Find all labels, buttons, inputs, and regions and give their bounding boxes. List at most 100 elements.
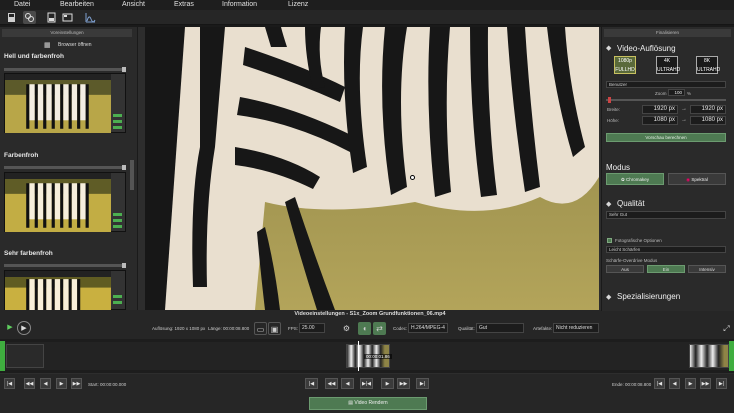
slider-knob[interactable] <box>122 67 126 72</box>
preset-slider-1[interactable] <box>4 67 126 72</box>
step-back-icon[interactable]: ◀ <box>341 378 354 389</box>
mode-chromakey-button[interactable]: ✿ Chromakey <box>606 173 664 185</box>
special-title: Spezialisierungen <box>617 292 681 301</box>
mode-spectral-button[interactable]: ◉ Spektral <box>668 173 726 185</box>
artifacts-select[interactable]: Nicht reduzieren <box>553 323 599 333</box>
collapse-icon[interactable]: ◆ <box>606 293 611 301</box>
slider-knob[interactable] <box>122 263 126 268</box>
goto-end-icon[interactable]: ▶| <box>716 378 727 389</box>
height-output[interactable]: 1080 px <box>690 116 726 125</box>
fast-forward-icon[interactable]: ▶▶ <box>397 378 410 389</box>
end-time-label: Ende: 00:00:08.800 <box>612 382 652 387</box>
zoom-slider-knob[interactable] <box>608 97 611 103</box>
fps-input[interactable]: 25.00 <box>299 323 325 333</box>
width-label: Breite: <box>607 107 621 112</box>
zoom-slider[interactable] <box>606 99 726 101</box>
play-pause-icon[interactable]: ▶|◀ <box>360 378 373 389</box>
browser-icon[interactable]: ▦ <box>44 41 53 50</box>
photo-options-checkbox[interactable] <box>607 238 612 243</box>
preset-thumbnail-1[interactable] <box>4 73 126 133</box>
timeline-start-marker[interactable] <box>0 341 5 371</box>
gear-icon[interactable]: ⚙ <box>340 322 353 335</box>
res-option-1080p[interactable]: 1080p FULLHD <box>614 56 636 74</box>
tools-icon[interactable] <box>23 11 36 24</box>
res-option-8k[interactable]: 8K ULTRAHD <box>696 56 720 74</box>
preview-button[interactable]: Vorschau berechnen <box>606 133 726 142</box>
width-input[interactable]: 1920 px <box>642 105 678 114</box>
collapse-icon[interactable]: ◆ <box>606 44 611 52</box>
play-icon[interactable]: ▶ <box>3 321 17 335</box>
media-icon[interactable] <box>61 11 74 24</box>
menu-datei[interactable]: Datei <box>14 0 30 10</box>
quality-dropdown[interactable]: Sehr Gut <box>606 211 726 219</box>
prev-icon[interactable]: ◀◀ <box>24 378 35 389</box>
menu-bar <box>0 0 734 10</box>
preset-slider-3[interactable] <box>4 263 126 268</box>
menu-bearbeiten[interactable]: Bearbeiten <box>60 0 94 10</box>
codec-dropdown[interactable]: H.264/MPEG-4 <box>408 323 448 333</box>
goto-end-icon[interactable]: ▶| <box>416 378 429 389</box>
goto-start-icon[interactable]: |◀ <box>4 378 15 389</box>
step-back-icon[interactable]: ◀ <box>669 378 680 389</box>
mode-label: Spektral <box>691 177 708 182</box>
render-video-button[interactable]: ▤ Video Rendern <box>309 397 427 410</box>
overdrive-on[interactable]: Ein <box>647 265 685 273</box>
rewind-icon[interactable]: ◀◀ <box>325 378 338 389</box>
thumbnail-sidebar <box>111 74 125 132</box>
goto-start-icon[interactable]: |◀ <box>305 378 318 389</box>
presets-scrollbar[interactable] <box>130 160 134 190</box>
video-preview[interactable] <box>145 27 599 310</box>
fit-icon[interactable]: ▣ <box>268 322 281 335</box>
timeline-end-marker[interactable] <box>729 341 734 371</box>
video-title: Videoeinstellungen - S1x_Zoom Grundfunkt… <box>294 311 446 317</box>
collapse-icon[interactable]: ◆ <box>606 200 611 208</box>
step-back-icon[interactable]: ◀ <box>40 378 51 389</box>
slider-knob[interactable] <box>122 165 126 170</box>
overdrive-label: Schärfe-Overdrive Modus <box>606 258 658 263</box>
toolbar <box>0 10 734 25</box>
res-option-4k[interactable]: 4K ULTRAHD <box>656 56 681 74</box>
overdrive-off[interactable]: Aus <box>606 265 644 273</box>
height-input[interactable]: 1080 px <box>642 116 678 125</box>
sync-icon[interactable]: ⇄ <box>373 322 386 335</box>
audio-icon[interactable]: ◖ <box>358 322 371 335</box>
menu-ansicht[interactable]: Ansicht <box>122 0 145 10</box>
resolution-preset-dropdown[interactable]: Benutzer <box>606 81 726 88</box>
timeline-thumbnail <box>689 344 729 368</box>
quality-select[interactable]: Gut <box>476 323 524 333</box>
width-output[interactable]: 1920 px <box>690 105 726 114</box>
preset-thumbnail-3[interactable] <box>4 270 126 314</box>
save-icon[interactable] <box>5 11 18 24</box>
quality-title: Qualität <box>617 199 645 208</box>
zoom-field[interactable]: 100 <box>668 89 685 96</box>
preset-thumbnail-2[interactable] <box>4 172 126 232</box>
render-label: Video Rendern <box>354 400 388 406</box>
step-forward-icon[interactable]: ▶ <box>56 378 67 389</box>
artifacts-label: Artefakte: <box>533 326 553 331</box>
finalize-header: Finalisieren <box>604 29 731 37</box>
preset-slider-2[interactable] <box>4 165 126 170</box>
step-forward-icon[interactable]: ▶ <box>685 378 696 389</box>
next-icon[interactable]: ▶▶ <box>71 378 82 389</box>
histogram-icon[interactable] <box>84 11 97 24</box>
height-label: Höhe: <box>607 118 620 123</box>
goto-start-icon[interactable]: |◀ <box>654 378 665 389</box>
step-forward-icon[interactable]: ▶ <box>381 378 394 389</box>
aspect-icon[interactable]: ▭ <box>254 322 267 335</box>
app-window: Datei Bearbeiten Ansicht Extras Informat… <box>0 0 734 413</box>
mode-label: Chromakey <box>626 177 650 182</box>
menu-extras[interactable]: Extras <box>174 0 194 10</box>
file-icon[interactable] <box>45 11 58 24</box>
menu-lizenz[interactable]: Lizenz <box>288 0 308 10</box>
browse-button[interactable]: Browser öffnen <box>58 41 146 50</box>
thumbnail-sidebar <box>111 271 125 309</box>
play-preview-icon[interactable]: ▶ <box>17 321 31 335</box>
sharpness-dropdown[interactable]: Leicht Schärfen <box>606 246 726 253</box>
overdrive-intensive[interactable]: Intensiv <box>688 265 726 273</box>
quality-label: Qualität: <box>458 326 475 331</box>
res-label-bottom: ULTRAHD <box>657 67 681 73</box>
expand-icon[interactable]: ⤢ <box>720 322 733 335</box>
playhead[interactable] <box>358 341 359 371</box>
menu-information[interactable]: Information <box>222 0 257 10</box>
next-icon[interactable]: ▶▶ <box>700 378 711 389</box>
